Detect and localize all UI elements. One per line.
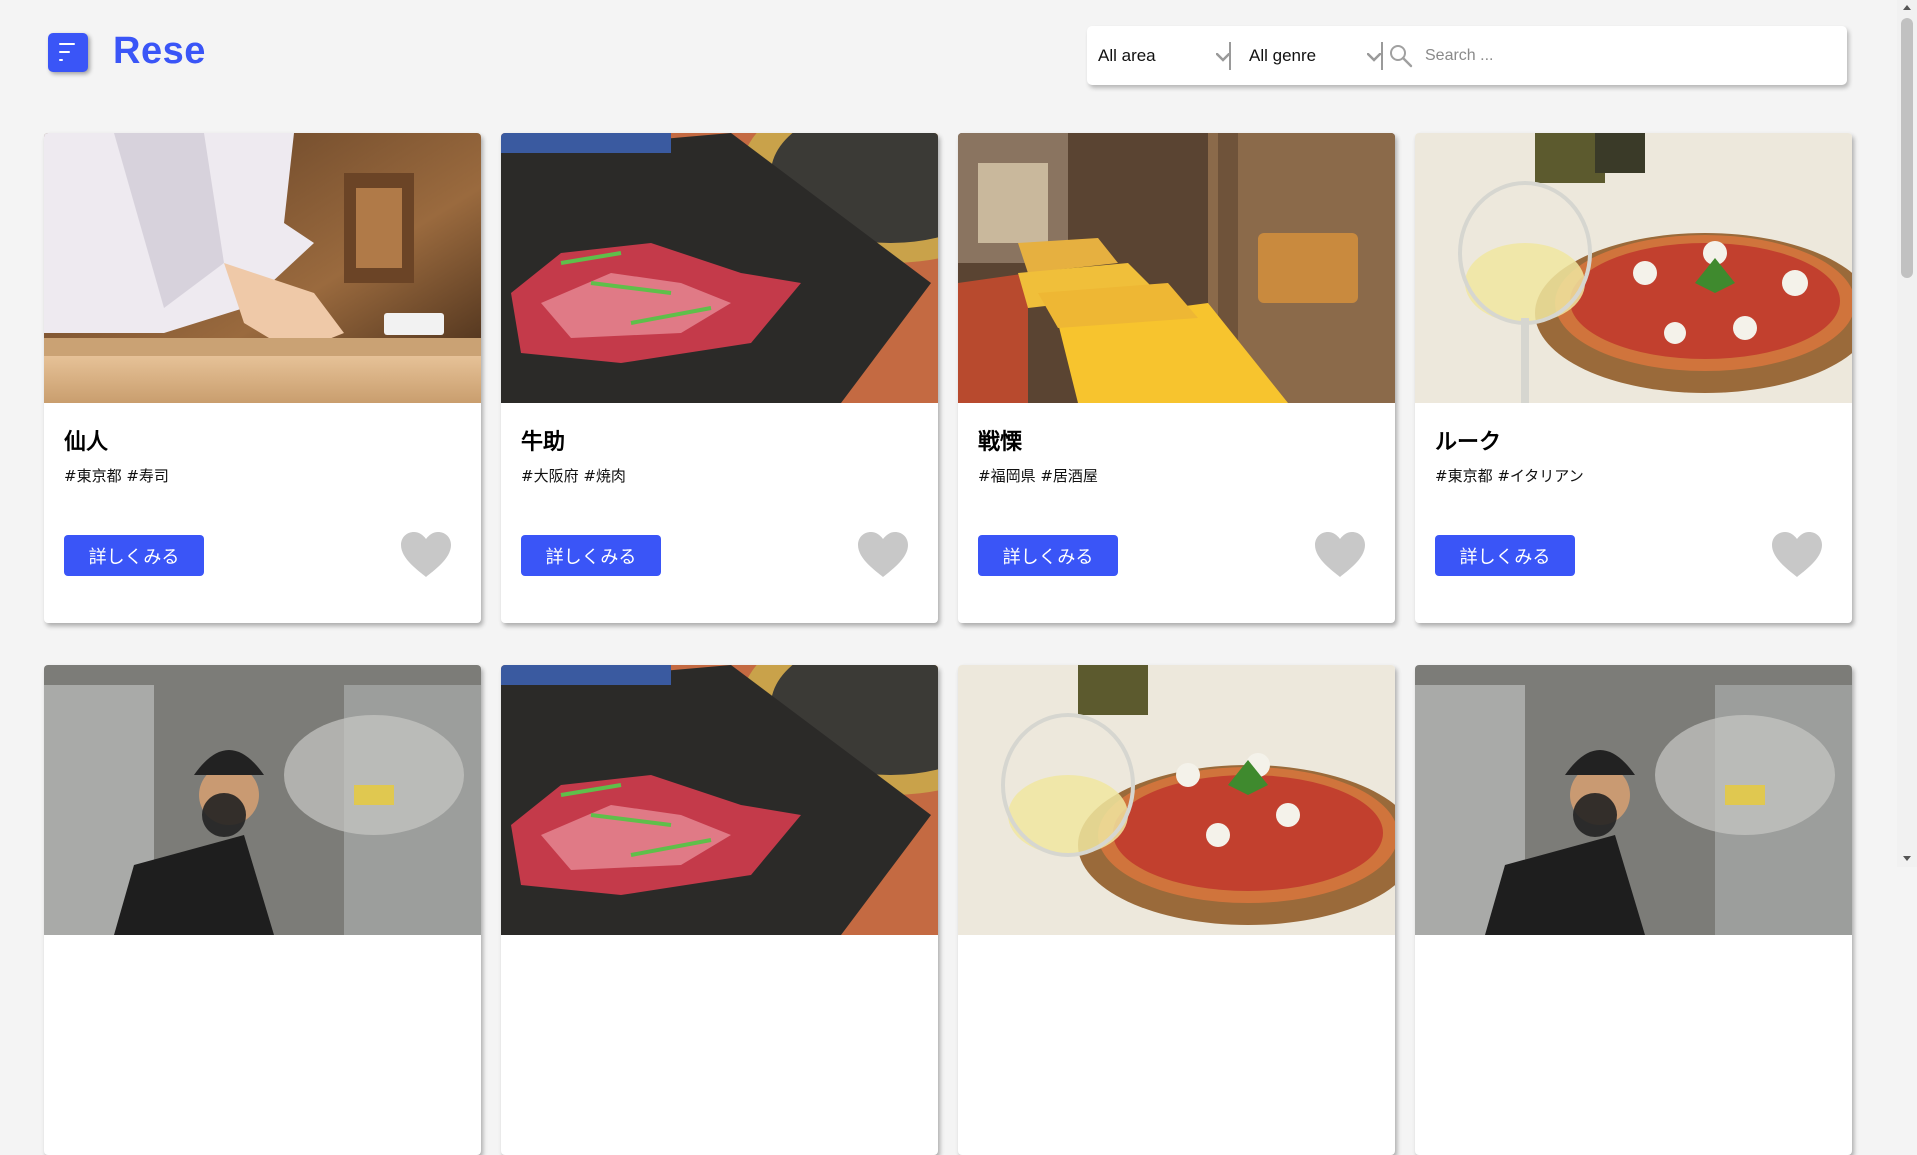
- shop-card: [501, 665, 938, 1155]
- heart-icon[interactable]: [856, 531, 910, 579]
- genre-select[interactable]: All genre: [1249, 26, 1389, 85]
- shop-tags: #福岡県 #居酒屋: [978, 467, 1098, 485]
- shop-card: ルーク #東京都 #イタリアン 詳しくみる: [1415, 133, 1852, 623]
- pizza-wine-photo: [958, 665, 1395, 935]
- sushi-chef-photo: [44, 133, 481, 403]
- shop-tags: #東京都 #寿司: [64, 467, 169, 485]
- shop-name: 仙人: [64, 430, 109, 455]
- area-select-value: All area: [1098, 45, 1156, 65]
- divider: [1381, 42, 1383, 70]
- shop-card: [1415, 665, 1852, 1155]
- shop-tags: #大阪府 #焼肉: [521, 467, 626, 485]
- kitchen-chef-photo: [1415, 665, 1852, 935]
- yakiniku-beef-photo: [501, 133, 938, 403]
- search-bar: All area All genre: [1087, 26, 1847, 85]
- shop-card: 仙人 #東京都 #寿司 詳しくみる: [44, 133, 481, 623]
- vertical-scrollbar[interactable]: [1897, 0, 1917, 867]
- search-input[interactable]: [1423, 40, 1827, 72]
- detail-button[interactable]: 詳しくみる: [521, 535, 661, 576]
- chevron-down-icon: [1367, 53, 1381, 62]
- yakiniku-beef-photo: [501, 665, 938, 935]
- detail-button[interactable]: 詳しくみる: [64, 535, 204, 576]
- shop-card: [958, 665, 1395, 1155]
- area-select[interactable]: All area: [1098, 26, 1238, 85]
- shop-card: 戦慄 #福岡県 #居酒屋 詳しくみる: [958, 133, 1395, 623]
- shop-card: 牛助 #大阪府 #焼肉 詳しくみる: [501, 133, 938, 623]
- heart-icon[interactable]: [1770, 531, 1824, 579]
- divider: [1229, 42, 1231, 70]
- menu-button[interactable]: [48, 33, 88, 72]
- genre-select-value: All genre: [1249, 45, 1317, 65]
- menu-icon-line: [59, 51, 70, 53]
- chevron-down-icon: [1216, 53, 1230, 62]
- search-icon: [1390, 45, 1413, 68]
- scroll-thumb[interactable]: [1901, 18, 1913, 278]
- heart-icon[interactable]: [399, 531, 453, 579]
- brand-logo[interactable]: Rese: [113, 30, 206, 73]
- kitchen-chef-photo: [44, 665, 481, 935]
- heart-icon[interactable]: [1313, 531, 1367, 579]
- scroll-up-arrow-icon[interactable]: [1903, 5, 1911, 10]
- shop-card: [44, 665, 481, 1155]
- shop-name: 戦慄: [978, 430, 1023, 455]
- shop-name: ルーク: [1435, 430, 1502, 455]
- shop-tags: #東京都 #イタリアン: [1435, 467, 1584, 485]
- shop-name: 牛助: [521, 430, 566, 455]
- detail-button[interactable]: 詳しくみる: [1435, 535, 1575, 576]
- pizza-wine-photo: [1415, 133, 1852, 403]
- menu-icon: [59, 43, 75, 45]
- detail-button[interactable]: 詳しくみる: [978, 535, 1118, 576]
- menu-icon-line: [59, 59, 63, 61]
- izakaya-interior-photo: [958, 133, 1395, 403]
- scroll-down-arrow-icon[interactable]: [1903, 856, 1911, 861]
